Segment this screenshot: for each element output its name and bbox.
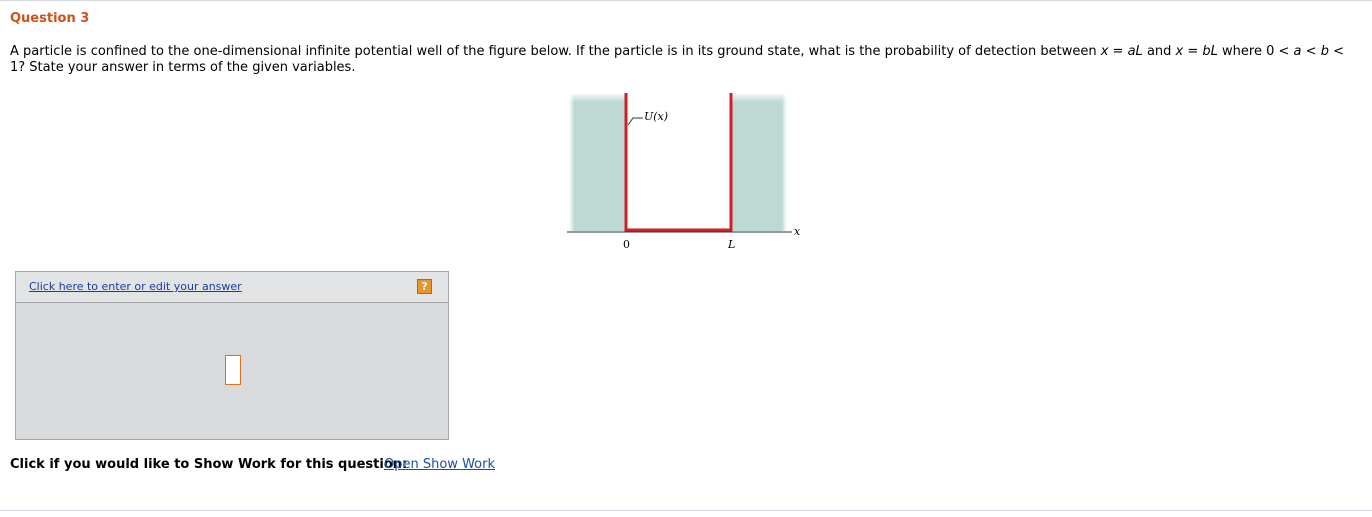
tick-label-zero: 0 [623, 238, 630, 251]
question-text: A particle is confined to the one-dimens… [10, 44, 1344, 75]
top-divider [0, 0, 1372, 1]
potential-curve [624, 93, 733, 232]
tick-label-L: L [727, 238, 735, 251]
answer-panel: Click here to enter or edit your answer … [15, 271, 449, 440]
open-show-work-link[interactable]: Open Show Work [384, 457, 495, 472]
potential-well-diagram: x U(x) 0 L [560, 92, 810, 251]
question-title: Question 3 [10, 11, 90, 26]
edit-answer-link[interactable]: Click here to enter or edit your answer [29, 280, 242, 293]
right-wall-region [731, 94, 789, 231]
answer-input-placeholder[interactable] [225, 355, 241, 385]
curve-label-leader [627, 117, 643, 126]
answer-panel-header: Click here to enter or edit your answer … [16, 272, 448, 303]
curve-label: U(x) [644, 110, 668, 123]
potential-well-figure: x U(x) 0 L [560, 88, 810, 258]
left-wall-region [567, 94, 625, 231]
x-axis-label: x [794, 225, 801, 238]
bottom-divider [0, 510, 1372, 511]
help-icon[interactable]: ? [417, 279, 432, 294]
show-work-label: Click if you would like to Show Work for… [10, 457, 408, 472]
